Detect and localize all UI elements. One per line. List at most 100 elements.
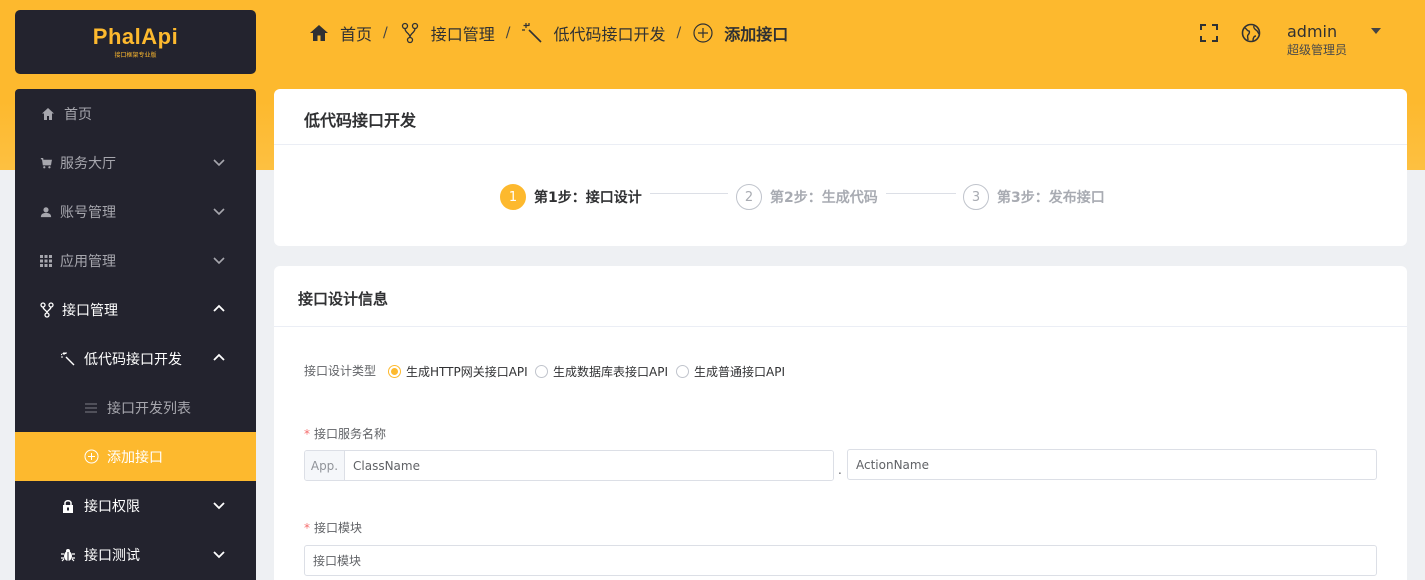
breadcrumb-separator: /	[383, 25, 388, 41]
label-text: 接口模块	[314, 521, 363, 535]
breadcrumb-item-api-management[interactable]: 接口管理	[399, 21, 495, 45]
breadcrumb-separator: /	[505, 25, 511, 41]
step-label: 第3步：发布接口	[997, 190, 1105, 206]
sidebar-item-add-api[interactable]: 添加接口	[15, 432, 256, 481]
required-mark: *	[304, 521, 310, 535]
grid-icon	[40, 253, 52, 269]
step-label: 第1步：接口设计	[534, 190, 642, 206]
radio-label: 生成普通接口API	[694, 365, 785, 379]
breadcrumb-label: 添加接口	[724, 25, 789, 44]
home-icon	[308, 22, 330, 44]
sidebar-item-label: 账号管理	[60, 204, 116, 221]
card-title: 接口设计信息	[298, 290, 389, 308]
sidebar-item-label: 服务大厅	[60, 155, 116, 172]
chevron-up-icon	[213, 304, 225, 312]
sidebar-item-label: 低代码接口开发	[84, 351, 182, 368]
sidebar-item-home[interactable]: 首页	[15, 89, 256, 138]
magic-wand-icon	[60, 351, 76, 367]
type-label: 接口设计类型	[304, 364, 377, 378]
user-name: admin	[1287, 22, 1338, 41]
breadcrumb-item-add-api: 添加接口	[692, 21, 788, 45]
home-icon	[40, 106, 56, 122]
radio-http-gateway[interactable]: 生成HTTP网关接口API	[388, 363, 528, 380]
module-label: * 接口模块	[304, 519, 362, 536]
breadcrumb-item-lowcode[interactable]: 低代码接口开发	[521, 21, 665, 45]
chevron-down-icon	[213, 551, 225, 559]
step-number: 2	[736, 184, 762, 210]
step-connector	[650, 193, 728, 194]
fork-icon	[399, 22, 421, 44]
fullscreen-icon[interactable]	[1198, 22, 1220, 44]
required-mark: *	[304, 427, 310, 441]
sidebar-item-account[interactable]: 账号管理	[15, 187, 256, 236]
chevron-down-icon	[213, 159, 225, 167]
magic-wand-icon	[521, 22, 543, 44]
sidebar-item-service-hall[interactable]: 服务大厅	[15, 138, 256, 187]
step-number: 1	[500, 184, 526, 210]
form-card: 接口设计信息 接口设计类型 生成HTTP网关接口API 生成数据库表接口API …	[274, 266, 1407, 580]
service-name-label: * 接口服务名称	[304, 425, 386, 442]
radio-label: 生成HTTP网关接口API	[406, 365, 528, 379]
radio-normal[interactable]: 生成普通接口API	[676, 363, 785, 380]
step-connector	[886, 193, 956, 194]
sidebar-item-label: 应用管理	[60, 253, 116, 270]
user-icon	[40, 204, 52, 220]
plus-circle-icon	[83, 449, 99, 465]
sidebar-item-api-dev-list[interactable]: 接口开发列表	[15, 383, 256, 432]
sidebar-item-api-permission[interactable]: 接口权限	[15, 481, 256, 530]
sidebar-item-api-management[interactable]: 接口管理	[15, 285, 256, 334]
chevron-down-icon	[213, 502, 225, 510]
radio-db-table[interactable]: 生成数据库表接口API	[535, 363, 668, 380]
divider	[274, 144, 1407, 145]
step-number: 3	[963, 184, 989, 210]
steps-card: 低代码接口开发 1 第1步：接口设计 2 第2步：生成代码 3 第3步：发布接口	[274, 89, 1407, 246]
dot-separator: .	[838, 463, 842, 477]
sidebar-item-label: 接口测试	[84, 547, 140, 564]
sidebar: 首页 服务大厅 账号管理 应用管理 接口管理 低代码接口开发 接口开发列表 添加…	[15, 89, 256, 580]
chevron-down-icon	[213, 208, 225, 216]
breadcrumb-label: 首页	[340, 25, 373, 44]
radio-dot	[676, 365, 689, 378]
fork-icon	[40, 301, 54, 318]
cart-icon	[40, 155, 52, 171]
list-icon	[83, 400, 99, 416]
step-1[interactable]: 1 第1步：接口设计	[500, 184, 642, 210]
lock-icon	[60, 498, 76, 514]
user-menu[interactable]: admin 超级管理员	[1287, 22, 1347, 58]
class-name-input-group: App.	[304, 450, 834, 481]
radio-dot	[388, 365, 401, 378]
sidebar-item-apps[interactable]: 应用管理	[15, 236, 256, 285]
sidebar-item-label: 接口开发列表	[107, 400, 191, 417]
user-role: 超级管理员	[1287, 43, 1348, 57]
sidebar-item-label: 添加接口	[107, 449, 163, 466]
radio-dot	[535, 365, 548, 378]
class-name-input[interactable]	[345, 451, 833, 480]
breadcrumb-item-home[interactable]: 首页	[308, 21, 372, 45]
module-input[interactable]	[304, 545, 1377, 576]
logo-subtitle: 接口框架专业版	[114, 51, 157, 59]
sidebar-item-label: 接口管理	[62, 302, 118, 319]
sidebar-item-label: 接口权限	[84, 498, 140, 515]
breadcrumb-separator: /	[676, 25, 682, 41]
globe-icon[interactable]	[1240, 22, 1262, 44]
breadcrumb: 首页 / 接口管理 / 低代码接口开发 / 添加接口	[308, 20, 788, 46]
chevron-down-icon	[213, 257, 225, 265]
step-label: 第2步：生成代码	[770, 190, 878, 206]
logo-text: PhalApi	[92, 23, 179, 49]
label-text: 接口服务名称	[314, 427, 387, 441]
logo[interactable]: PhalApi 接口框架专业版	[15, 10, 256, 74]
card-title: 低代码接口开发	[304, 111, 417, 130]
sidebar-item-label: 首页	[64, 106, 92, 123]
sidebar-item-api-test[interactable]: 接口测试	[15, 530, 256, 579]
breadcrumb-label: 低代码接口开发	[553, 25, 666, 44]
caret-down-icon[interactable]	[1371, 28, 1381, 34]
divider	[274, 326, 1407, 327]
sidebar-item-lowcode[interactable]: 低代码接口开发	[15, 334, 256, 383]
breadcrumb-label: 接口管理	[430, 25, 495, 44]
plus-circle-icon	[692, 22, 714, 44]
action-name-input[interactable]	[847, 449, 1377, 480]
step-3[interactable]: 3 第3步：发布接口	[963, 184, 1105, 210]
step-2[interactable]: 2 第2步：生成代码	[736, 184, 878, 210]
chevron-up-icon	[213, 353, 225, 361]
bug-icon	[60, 547, 76, 563]
